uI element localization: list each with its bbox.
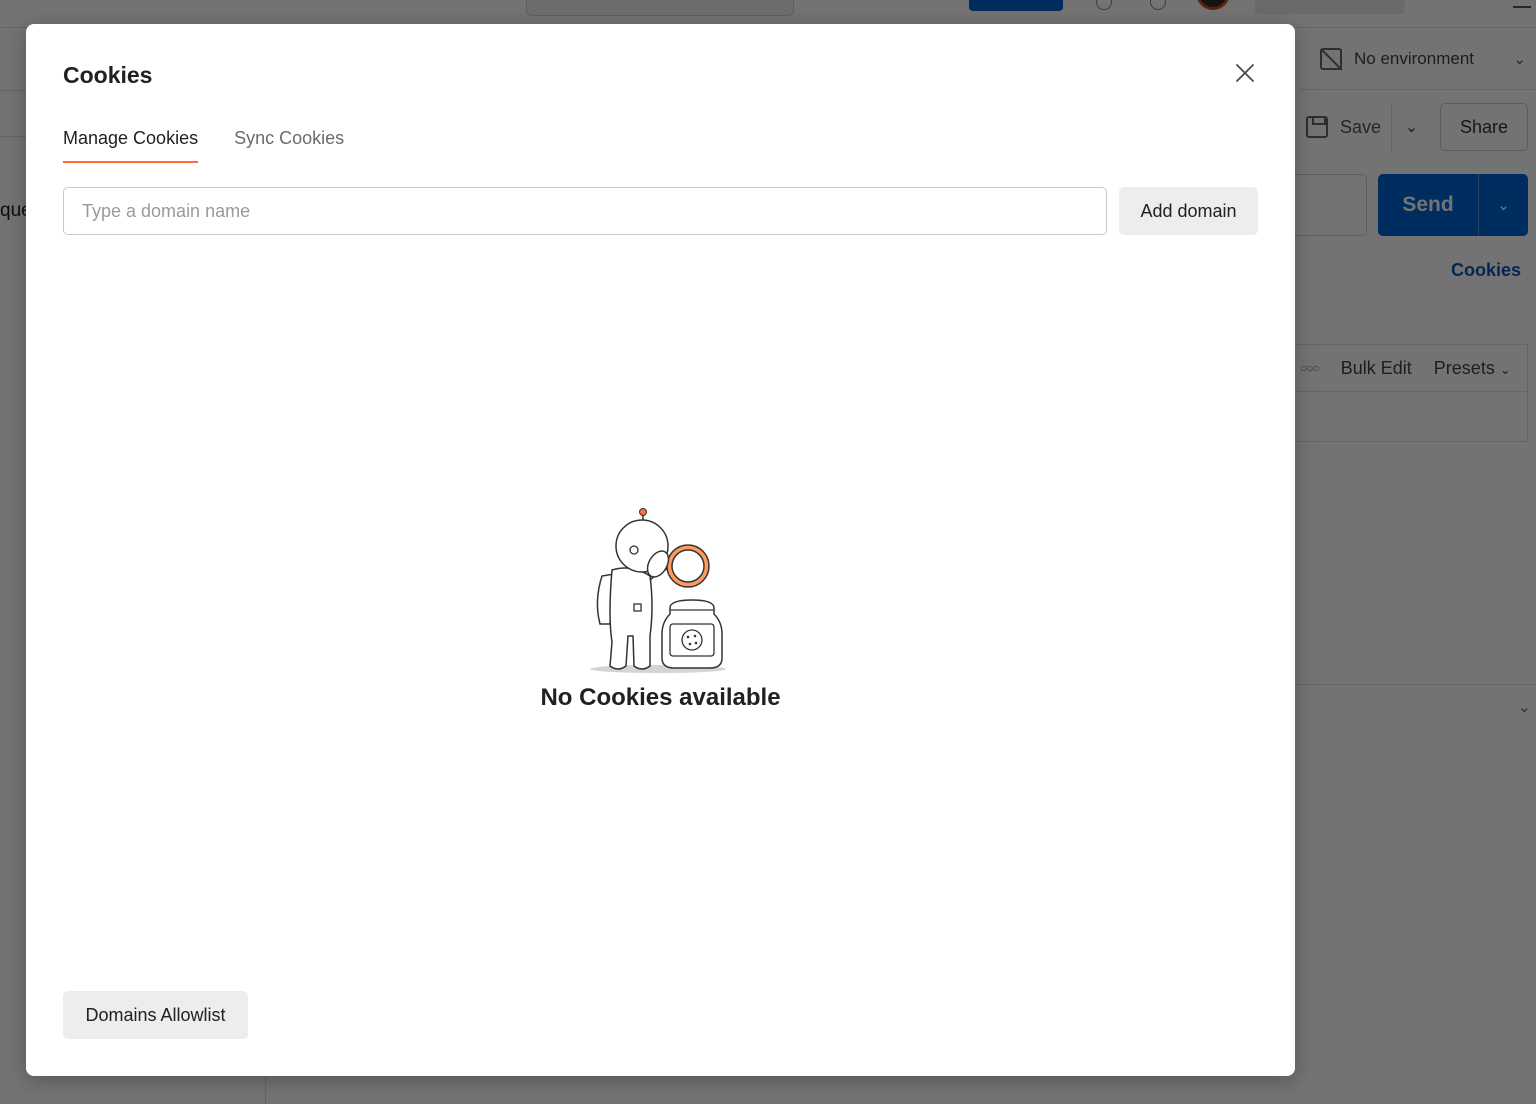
divider xyxy=(0,90,26,91)
cookies-modal: Cookies Manage Cookies Sync Cookies Add … xyxy=(26,24,1295,1076)
params-table-row[interactable] xyxy=(1296,392,1528,442)
send-button-group: Send ⌄ xyxy=(1378,174,1528,236)
chevron-down-icon: ⌄ xyxy=(1404,119,1419,136)
environment-off-icon xyxy=(1320,47,1342,70)
settings-icon[interactable] xyxy=(1096,0,1112,10)
menu-icon[interactable] xyxy=(1513,0,1531,8)
upgrade-button[interactable] xyxy=(1255,0,1405,14)
chevron-down-icon: ⌄ xyxy=(1497,197,1510,214)
cookies-link[interactable]: Cookies xyxy=(1451,260,1521,281)
divider xyxy=(265,1076,266,1104)
chevron-down-icon[interactable]: ⌄ xyxy=(1518,698,1531,716)
bulk-edit-button[interactable]: Bulk Edit xyxy=(1341,358,1412,379)
domain-name-input[interactable] xyxy=(63,187,1107,235)
url-input[interactable] xyxy=(1290,174,1367,236)
empty-state-message: No Cookies available xyxy=(540,684,781,711)
domains-allowlist-button[interactable]: Domains Allowlist xyxy=(63,991,248,1039)
notifications-icon[interactable] xyxy=(1150,0,1166,10)
environment-label: No environment xyxy=(1354,48,1475,68)
save-icon xyxy=(1306,116,1328,138)
presets-dropdown[interactable]: Presets ⌄ xyxy=(1434,358,1511,379)
more-icon[interactable]: ○○○ xyxy=(1300,361,1320,375)
environment-selector[interactable]: No environment ⌄ xyxy=(1300,28,1536,90)
modal-title: Cookies xyxy=(63,62,153,88)
chevron-down-icon: ⌄ xyxy=(1499,361,1511,377)
send-button[interactable]: Send xyxy=(1378,174,1478,236)
close-button[interactable] xyxy=(1231,59,1259,87)
chevron-down-icon: ⌄ xyxy=(1513,50,1526,68)
divider xyxy=(1296,684,1536,685)
share-button[interactable]: Share xyxy=(1440,103,1528,151)
save-options-button[interactable]: ⌄ xyxy=(1391,103,1431,151)
tab-sync-cookies[interactable]: Sync Cookies xyxy=(234,124,344,162)
invite-button[interactable] xyxy=(969,0,1063,11)
cookies-tabs: Manage Cookies Sync Cookies xyxy=(63,124,344,164)
add-domain-button[interactable]: Add domain xyxy=(1119,187,1258,235)
save-label: Save xyxy=(1340,116,1382,137)
tab-manage-cookies[interactable]: Manage Cookies xyxy=(63,124,199,163)
close-icon xyxy=(1236,64,1254,82)
save-button[interactable]: Save xyxy=(1296,103,1391,151)
request-toolbar: Save ⌄ xyxy=(1296,103,1431,151)
avatar[interactable] xyxy=(1196,0,1230,10)
params-table-header: ○○○ Bulk Edit Presets ⌄ xyxy=(1296,344,1528,392)
send-options-button[interactable]: ⌄ xyxy=(1478,174,1528,236)
presets-label: Presets xyxy=(1433,357,1495,378)
empty-state-astronaut-illustration xyxy=(590,508,726,673)
global-search-bar[interactable] xyxy=(526,0,794,16)
divider xyxy=(0,136,26,137)
